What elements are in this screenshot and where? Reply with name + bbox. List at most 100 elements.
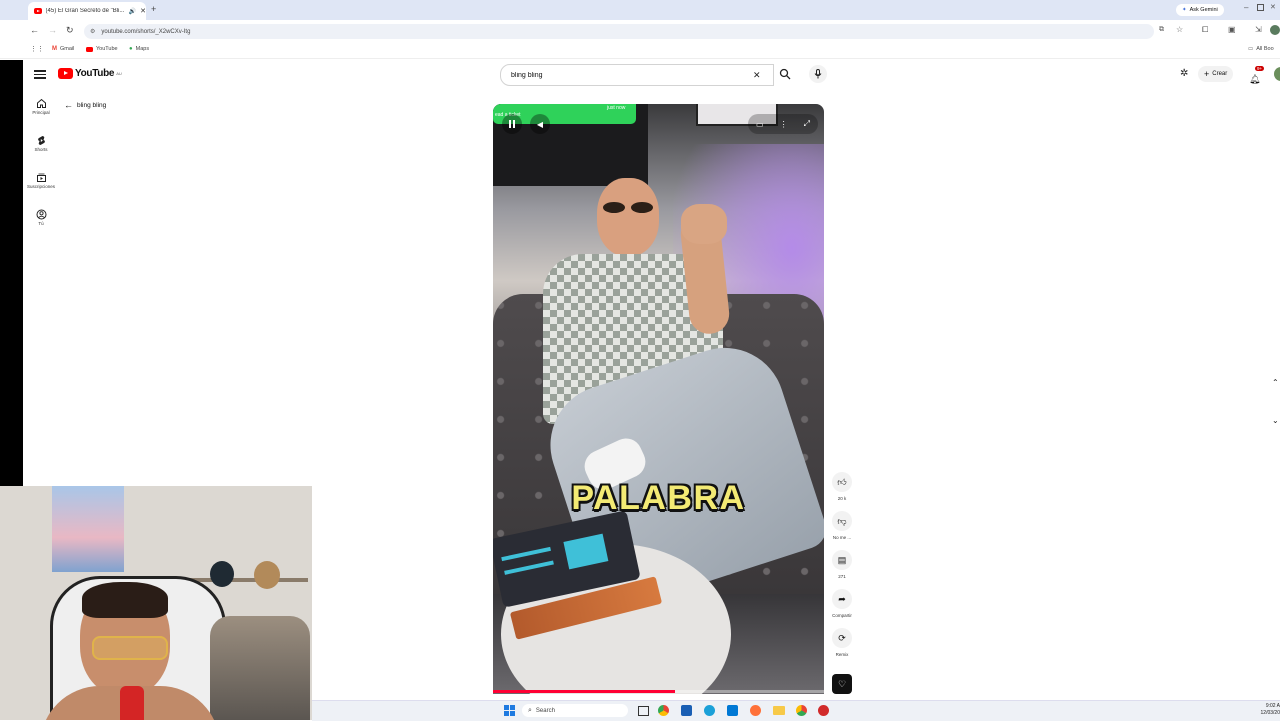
remix-icon[interactable]: ⟳ [832,628,852,648]
address-bar[interactable]: ⚙ youtube.com/shorts/_X2wCXv-Itg [84,24,1154,39]
home-icon [36,98,46,108]
clock[interactable]: 9:02 A 12/03/20 [1246,703,1280,717]
youtube-logo-icon [58,68,73,79]
browser-tab-bar: (45) El Gran Secreto de "Bli... 🔊 ✕ + ✦ … [0,0,1280,20]
studio-gear-icon[interactable]: ✲ [1180,68,1188,79]
fullscreen-icon[interactable]: ⤢ [804,119,810,129]
bookmark-star-icon[interactable]: ☆ [1176,25,1183,34]
sidebar-item-label: Principal [32,110,50,115]
minimize-window-icon[interactable]: – [1244,3,1248,12]
next-short-icon[interactable]: ⌄ [1272,416,1279,425]
bell-icon: 🔔︎ [1249,74,1261,84]
wall-hooks-shelf [188,578,308,582]
bookmark-label: Gmail [60,46,75,52]
back-nav-icon[interactable]: ← [30,25,39,35]
channel-avatar[interactable]: ♡ [832,674,852,694]
forward-nav-icon[interactable]: → [48,25,57,35]
taskbar-app-icon[interactable] [727,705,738,716]
file-explorer-icon[interactable] [773,706,785,715]
taskbar-app-icon[interactable] [704,705,715,716]
sidebar-item-subscriptions[interactable]: Suscripciones [23,172,59,189]
search-button[interactable] [772,64,798,84]
dislike-action[interactable]: 👎︎ No me ... [827,511,857,540]
close-window-icon[interactable]: ✕ [1270,3,1276,11]
sidebar-item-home[interactable]: Principal [23,98,59,115]
site-info-icon[interactable]: ⚙ [90,28,95,35]
taskbar-search[interactable]: ⌕ Search [522,704,628,717]
share-action[interactable]: ➦ Compartir [827,589,857,618]
taskbar-app-icon[interactable] [658,705,669,716]
streamer-glasses [92,636,168,660]
chrome-icon[interactable] [796,705,807,716]
clothes-pile [210,616,310,720]
hand [681,204,727,244]
clear-search-icon[interactable]: ✕ [753,70,761,81]
sidebar-item-label: Suscripciones [26,184,55,189]
clock-date: 12/03/20 [1260,710,1280,716]
previous-short-icon[interactable]: ⌃ [1272,378,1279,387]
country-code: AU [116,71,122,76]
bookmark-gmail[interactable]: M Gmail [52,46,74,52]
dislike-icon[interactable]: 👎︎ [832,511,852,531]
back-query-label: bling bling [77,101,107,109]
like-icon[interactable]: 👍︎ [832,472,852,492]
volume-icon: ◀ [536,119,544,129]
bookmark-label: Maps [135,46,150,52]
install-app-icon[interactable]: ⧉ [1159,26,1164,34]
reload-icon[interactable]: ↻ [66,25,74,36]
like-action[interactable]: 👍︎ 20 k [827,472,857,501]
comment-action[interactable]: ▤ 271 [827,550,857,579]
sunglasses [601,202,657,214]
all-bookmarks[interactable]: ▭ All Boo [1248,46,1274,52]
tab-close-icon[interactable]: ✕ [140,7,146,15]
browser-tab[interactable]: (45) El Gran Secreto de "Bli... 🔊 ✕ [28,2,146,20]
share-icon[interactable]: ➦ [832,589,852,609]
bookmark-label: YouTube [96,46,118,52]
apps-grid-icon[interactable]: ⋮⋮ [30,45,44,53]
comment-icon[interactable]: ▤ [832,550,852,570]
taskbar-app-icon[interactable] [750,705,761,716]
search-input[interactable] [509,70,753,80]
extensions-icon[interactable]: ⧠ [1202,25,1208,35]
taskbar-app-icon[interactable] [681,705,692,716]
search-box[interactable]: ✕ [500,64,774,86]
black-border-strip [0,60,23,490]
share-label: Compartir [832,613,852,618]
hat-1 [210,561,234,587]
more-options-icon[interactable]: ⋮ [780,120,788,129]
downloads-icon[interactable]: ⇲ [1255,25,1262,34]
notifications-button[interactable]: 🔔︎ 9+ [1249,66,1265,87]
create-button[interactable]: + Crear [1198,66,1234,82]
menu-hamburger-icon[interactable] [34,68,46,81]
maximize-window-icon[interactable] [1257,4,1264,11]
video-progress-track[interactable] [493,690,824,693]
bookmark-maps[interactable]: ● Maps [129,46,149,52]
ask-gemini-button[interactable]: ✦ Ask Gemini [1176,4,1224,16]
sidebar-item-shorts[interactable]: Shorts [23,135,59,152]
captions-icon[interactable]: ▭ [756,120,764,129]
shorts-icon [37,136,45,145]
folder-icon: ▭ [1248,46,1254,52]
account-avatar[interactable] [1274,67,1280,81]
pause-button[interactable] [502,114,522,134]
tab-title: (45) El Gran Secreto de "Bli... [45,8,125,14]
profile-avatar[interactable] [1270,25,1280,35]
taskbar-search-label: Search [535,707,555,714]
all-bookmarks-label: All Boo [1256,46,1274,52]
volume-button[interactable]: ◀ [530,114,550,134]
side-panel-icon[interactable]: ▣ [1228,25,1236,34]
sidebar-item-you[interactable]: Tú [23,209,59,226]
taskbar-app-icon[interactable] [818,705,829,716]
ask-gemini-label: Ask Gemini [1189,7,1218,13]
back-to-results[interactable]: ← bling bling [64,100,106,110]
youtube-logo[interactable]: YouTube AU [58,68,122,79]
tab-audio-icon[interactable]: 🔊 [129,8,136,15]
create-label: Crear [1212,71,1228,77]
shorts-video-player[interactable]: ead a ticket just now PALABRA ◀ ▭ ⋮ ⤢ [493,104,824,694]
remix-action[interactable]: ⟳ Remix [827,628,857,657]
voice-search-button[interactable] [809,65,827,83]
bookmark-youtube[interactable]: YouTube [86,46,118,52]
task-view-icon[interactable] [638,706,649,716]
windows-start-icon[interactable] [504,705,515,716]
new-tab-icon[interactable]: + [151,4,156,14]
